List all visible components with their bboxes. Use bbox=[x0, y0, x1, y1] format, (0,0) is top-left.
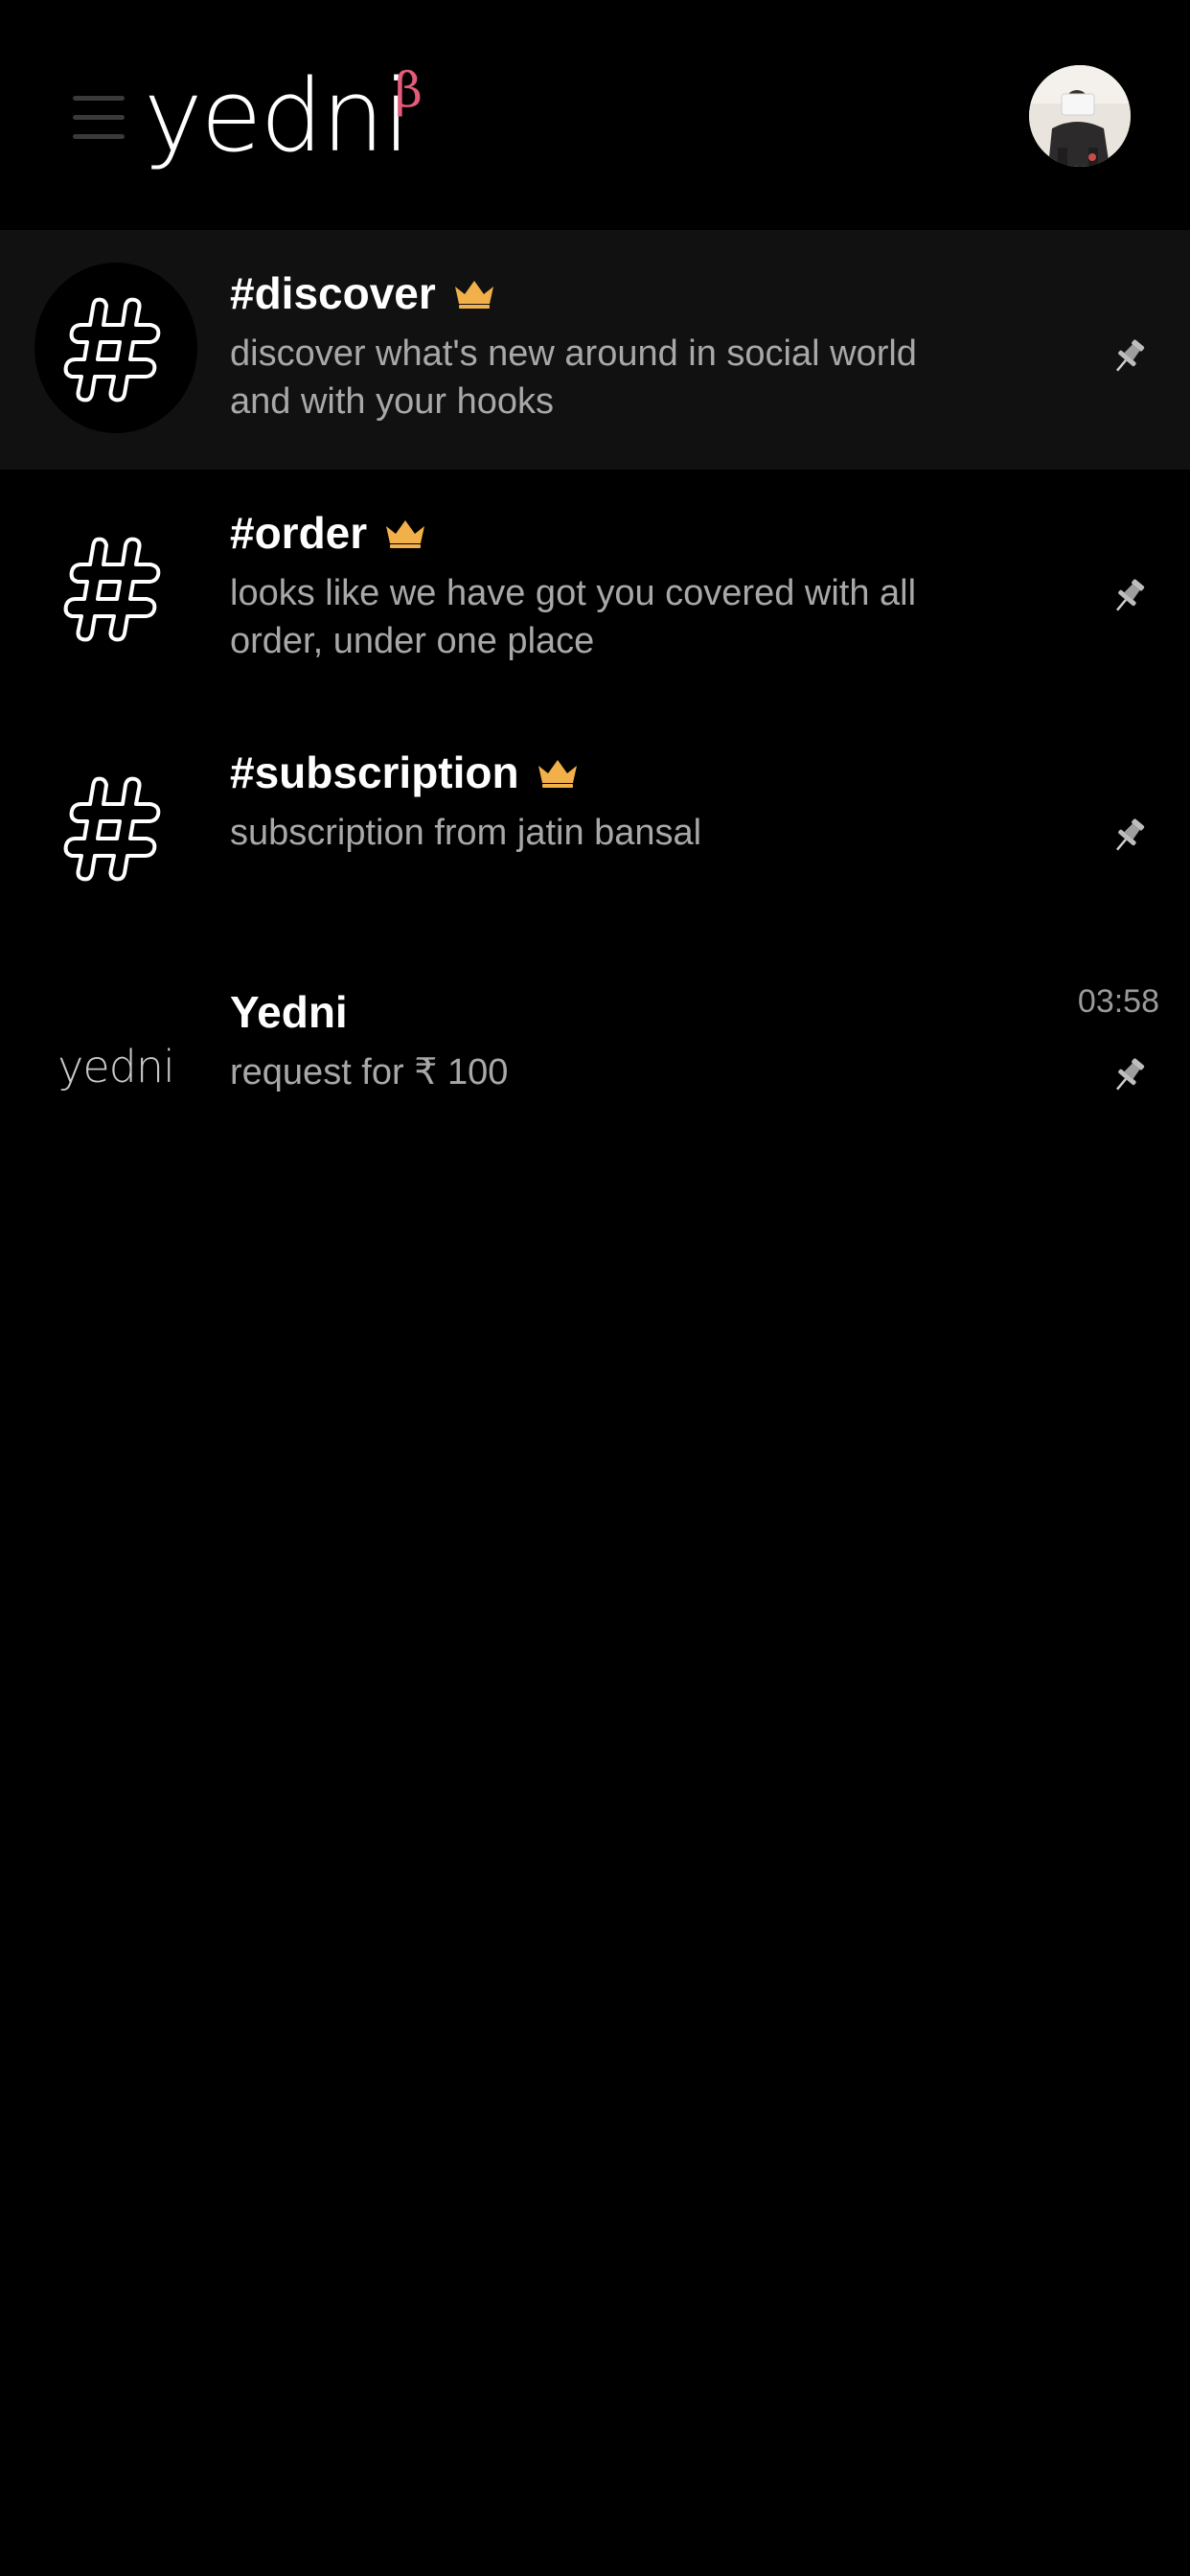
user-avatar[interactable] bbox=[1029, 65, 1131, 167]
conversation-list: #discover discover what's new around in … bbox=[0, 230, 1190, 1188]
hashtag-face-icon bbox=[34, 742, 197, 912]
conversation-row-subscription[interactable]: #subscription subscription from jatin ba… bbox=[0, 709, 1190, 949]
hashtag-face-icon bbox=[34, 263, 197, 433]
hashtag-face-icon bbox=[34, 502, 197, 673]
conversation-title: #discover bbox=[230, 264, 497, 322]
crown-icon bbox=[454, 281, 493, 309]
conversation-title-text: #subscription bbox=[230, 748, 519, 797]
conversation-subtitle: discover what's new around in social wor… bbox=[230, 334, 917, 422]
yedni-logo-text: yedni bbox=[57, 1041, 175, 1092]
conversation-title-text: Yedni bbox=[230, 987, 348, 1037]
conversation-subtitle: subscription from jatin bansal bbox=[230, 813, 702, 853]
conversation-title-text: #discover bbox=[230, 268, 436, 318]
beta-badge: β bbox=[395, 62, 423, 118]
conversation-subtitle: request for ₹ 100 bbox=[230, 1052, 509, 1092]
logo-wordmark: yedni bbox=[144, 58, 410, 174]
pin-icon[interactable] bbox=[1108, 575, 1150, 617]
crown-icon bbox=[538, 760, 577, 788]
yedni-logo: yedni bbox=[34, 981, 197, 1152]
conversation-row-discover[interactable]: #discover discover what's new around in … bbox=[0, 230, 1190, 470]
crown-icon bbox=[386, 520, 425, 548]
conversation-title-text: #order bbox=[230, 508, 368, 558]
conversation-title: #order bbox=[230, 504, 428, 562]
hamburger-menu-icon[interactable] bbox=[73, 94, 126, 142]
pin-icon[interactable] bbox=[1108, 335, 1150, 378]
pin-icon[interactable] bbox=[1108, 1054, 1150, 1096]
conversation-timestamp: 03:58 bbox=[1077, 983, 1159, 1020]
conversation-row-order[interactable]: #order looks like we have got you covere… bbox=[0, 470, 1190, 709]
app-header: yedni β bbox=[0, 0, 1190, 230]
conversation-row-yedni[interactable]: yedni Yedni request for ₹ 100 03:58 bbox=[0, 949, 1190, 1188]
conversation-title: #subscription bbox=[230, 744, 581, 801]
pin-icon[interactable] bbox=[1108, 815, 1150, 857]
conversation-title: Yedni bbox=[230, 983, 348, 1041]
conversation-subtitle: looks like we have got you covered with … bbox=[230, 573, 917, 661]
